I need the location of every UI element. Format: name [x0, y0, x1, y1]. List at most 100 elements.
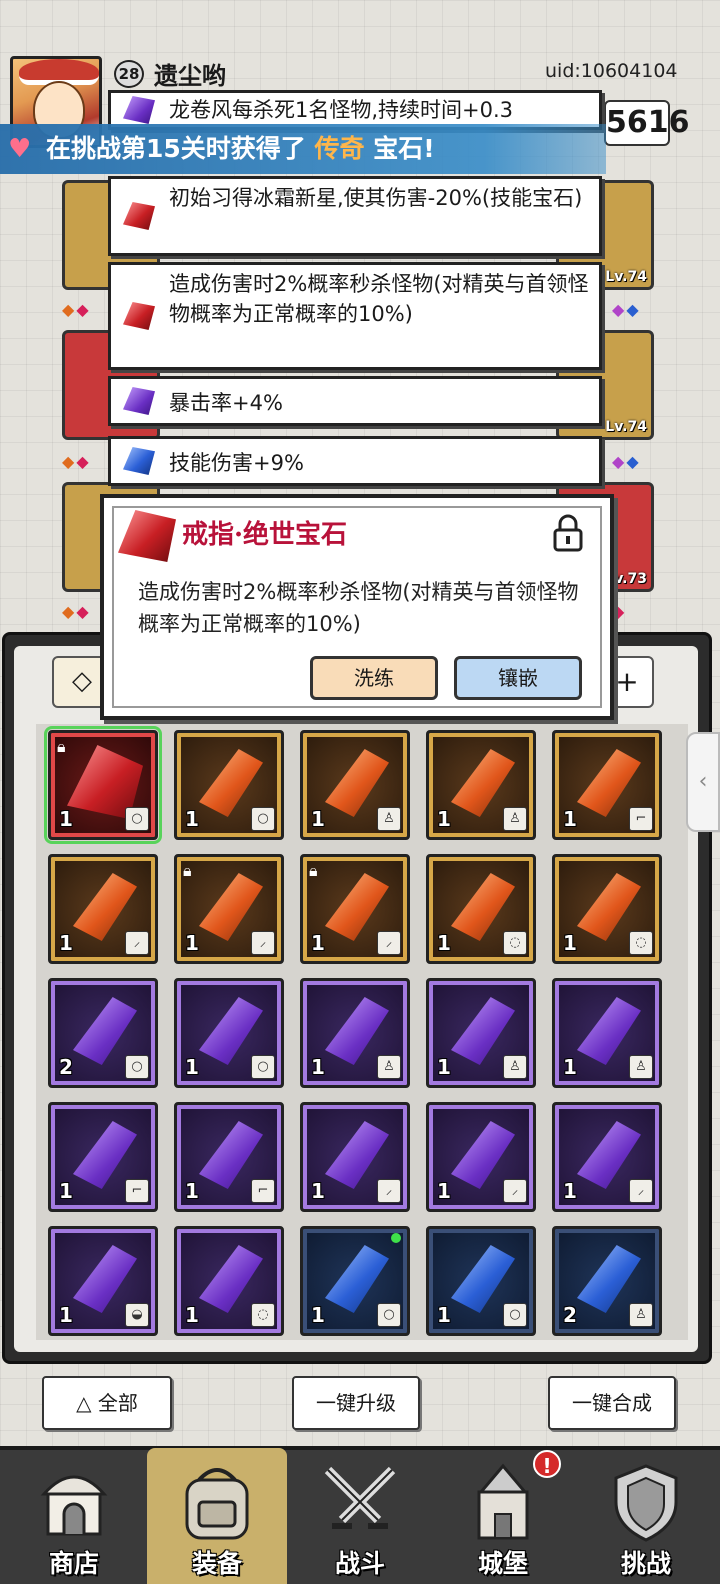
banner-suffix: 宝石! [373, 134, 435, 163]
armor-slot-icon: ♙ [629, 1303, 653, 1327]
popup-description: 造成伤害时2%概率秒杀怪物(对精英与首领怪物概率为正常概率的10%) [138, 580, 579, 636]
effect-text: 技能伤害+9% [169, 451, 304, 475]
armor-slot-icon: ♙ [629, 1055, 653, 1079]
inventory-gem-slot[interactable]: 1 ○ [426, 1226, 536, 1336]
shield-icon [604, 1460, 688, 1544]
nav-tab-0[interactable]: 商店 [4, 1448, 144, 1584]
inventory-gem-slot[interactable]: 🔒︎ 1 ○ [44, 726, 162, 844]
inventory-gem-slot[interactable]: 2 ♙ [552, 1226, 662, 1336]
inventory-gem-slot[interactable]: 1 ♙ [300, 730, 410, 840]
lock-icon: 🔒︎ [183, 861, 192, 880]
boots-slot-icon: ⌐ [251, 1179, 275, 1203]
effect-text: 造成伤害时2%概率秒杀怪物(对精英与首领怪物概率为正常概率的10%) [169, 272, 589, 326]
gem-count: 1 [185, 931, 199, 955]
weapon-slot-icon: ⸝ [503, 1179, 527, 1203]
gem-count: 2 [59, 1055, 73, 1079]
ring-slot-icon: ○ [125, 807, 149, 831]
bag-icon [175, 1460, 259, 1544]
gem-count: 1 [311, 931, 325, 955]
gem-count: 1 [437, 1303, 451, 1327]
armor-slot-icon: ♙ [377, 807, 401, 831]
side-drawer-tab[interactable]: ‹ [686, 732, 720, 832]
filter-all-button[interactable]: △ 全部 [42, 1376, 172, 1430]
weapon-slot-icon: ⸝ [629, 1179, 653, 1203]
inventory-gem-slot[interactable]: 1 ◌ [552, 854, 662, 964]
inventory-gem-slot[interactable]: 1 ⸝ [48, 854, 158, 964]
gem-count: 1 [311, 1179, 325, 1203]
armor-slot-icon: ♙ [503, 807, 527, 831]
nav-tab-3[interactable]: 城堡! [433, 1448, 573, 1584]
socket-row-left-1: ◆◆ [62, 300, 91, 319]
blue-gem-icon [123, 447, 155, 475]
necklace-slot-icon: ◌ [503, 931, 527, 955]
effect-item: 造成伤害时2%概率秒杀怪物(对精英与首领怪物概率为正常概率的10%) [108, 262, 602, 370]
inventory-gem-slot[interactable]: 1 ♙ [552, 978, 662, 1088]
player-level-badge: 28 [114, 60, 144, 88]
inventory-gem-slot[interactable]: 1 ⸝ [426, 1102, 536, 1212]
nav-label: 商店 [48, 1549, 99, 1578]
inventory-gem-slot[interactable]: 1 ⌐ [174, 1102, 284, 1212]
effect-item: 暴击率+4% [108, 376, 602, 426]
armor-slot-icon: ♙ [377, 1055, 401, 1079]
boots-slot-icon: ⌐ [125, 1179, 149, 1203]
inventory-gem-slot[interactable]: 1 ⸝ [300, 1102, 410, 1212]
refine-button[interactable]: 洗练 [310, 656, 438, 700]
inventory-gem-slot[interactable]: 1 ⌐ [552, 730, 662, 840]
armor-slot-icon: ♙ [503, 1055, 527, 1079]
plus-icon: + [615, 665, 639, 698]
inventory-gem-slot[interactable]: 1 ♙ [426, 730, 536, 840]
gem-count: 2 [563, 1303, 577, 1327]
player-name: 遗尘哟 [154, 61, 226, 90]
lock-icon[interactable] [552, 514, 584, 552]
heart-icon: ♥ [8, 134, 32, 164]
gem-count: 1 [437, 1179, 451, 1203]
gem-count: 1 [185, 807, 199, 831]
one-click-upgrade-button[interactable]: 一键升级 [292, 1376, 420, 1430]
gem-count: 1 [563, 931, 577, 955]
gem-detail-popup: 戒指·绝世宝石 造成伤害时2%概率秒杀怪物(对精英与首领怪物概率为正常概率的10… [100, 494, 614, 720]
socket-row-right-2: ◆◆ [612, 452, 641, 471]
inventory-gem-slot[interactable]: 1 ♙ [300, 978, 410, 1088]
helmet-slot-icon: ◒ [125, 1303, 149, 1327]
inventory-gem-slot[interactable]: 1 ⸝ [552, 1102, 662, 1212]
nav-tab-4[interactable]: 挑战 [576, 1448, 716, 1584]
gem-count: 1 [437, 807, 451, 831]
inventory-gem-slot[interactable]: 1 ◌ [426, 854, 536, 964]
swords-icon [318, 1460, 402, 1544]
nav-label: 战斗 [334, 1549, 385, 1578]
equip-level: Lv.74 [605, 419, 647, 435]
inventory-gem-slot[interactable]: 1 ♙ [426, 978, 536, 1088]
inventory-gem-slot[interactable]: 1 ◌ [174, 1226, 284, 1336]
red-gem-icon [123, 202, 155, 230]
gem-count: 1 [59, 1303, 73, 1327]
power-display: 5616 [604, 100, 690, 146]
nav-tab-1[interactable]: 装备 [147, 1448, 287, 1584]
inventory-gem-slot[interactable]: 2 ○ [48, 978, 158, 1088]
effect-text: 暴击率+4% [169, 391, 283, 415]
gem-count: 1 [563, 1179, 577, 1203]
banner-rarity: 传奇 [314, 134, 365, 163]
inventory-gem-slot[interactable]: 1 ◒ [48, 1226, 158, 1336]
weapon-slot-icon: ⸝ [377, 1179, 401, 1203]
purple-gem-icon [123, 387, 155, 415]
castle-icon [461, 1460, 545, 1544]
inventory-gem-slot[interactable]: 🔒︎ 1 ⸝ [174, 854, 284, 964]
nav-tab-2[interactable]: 战斗 [290, 1448, 430, 1584]
inventory-gem-slot[interactable]: 1 ○ [174, 978, 284, 1088]
socket-row-right-1: ◆◆ [612, 300, 641, 319]
ring-slot-icon: ○ [251, 1055, 275, 1079]
nav-label: 装备 [191, 1549, 242, 1578]
gem-count: 1 [563, 807, 577, 831]
inventory-gem-slot[interactable]: 1 ⌐ [48, 1102, 158, 1212]
inlay-button[interactable]: 镶嵌 [454, 656, 582, 700]
inventory-gem-slot[interactable]: 🔒︎ 1 ⸝ [300, 854, 410, 964]
one-click-merge-button[interactable]: 一键合成 [548, 1376, 676, 1430]
nav-label: 挑战 [620, 1549, 671, 1578]
triangle-up-icon: △ [76, 1391, 98, 1415]
inventory-gem-slot[interactable]: 1 ○ [174, 730, 284, 840]
gem-count: 1 [437, 1055, 451, 1079]
notification-banner: ♥ 在挑战第15关时获得了 传奇 宝石! [0, 124, 606, 174]
gem-count: 1 [311, 807, 325, 831]
inventory-gem-slot[interactable]: 1 ○ [300, 1226, 410, 1336]
alert-badge: ! [533, 1450, 561, 1478]
